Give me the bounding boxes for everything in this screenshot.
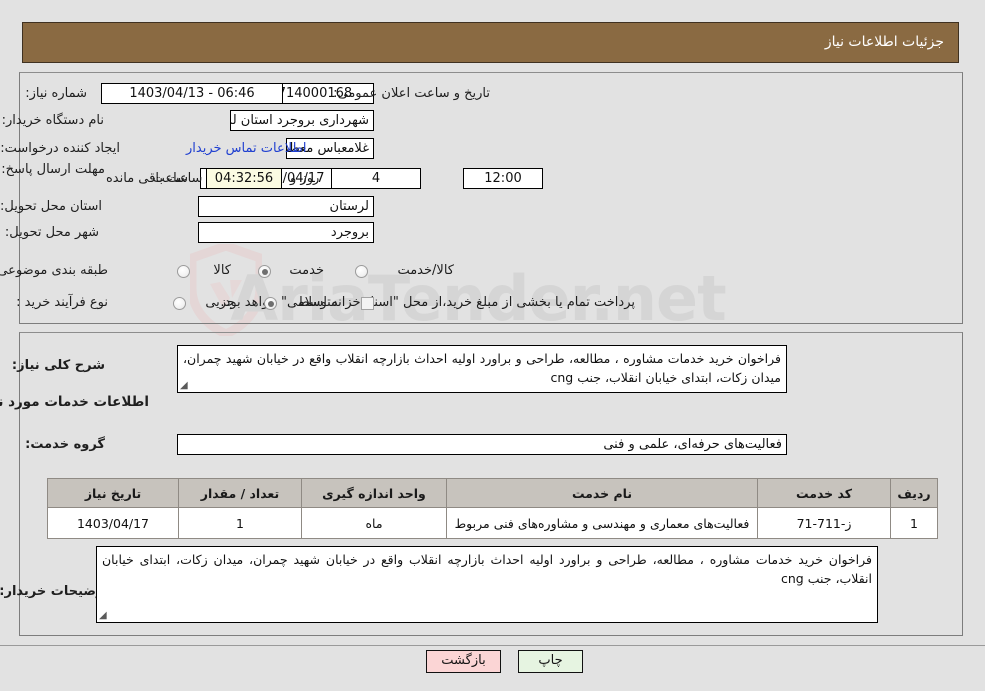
cell-name: فعالیت‌های معماری و مهندسی و مشاوره‌های … <box>446 507 758 539</box>
summary-label: شرح کلی نیاز: <box>11 358 105 373</box>
category-radio-kala[interactable] <box>177 265 190 278</box>
back-button[interactable]: بازگشت <box>426 650 501 673</box>
remaining-label: ساعت باقی مانده <box>106 171 203 186</box>
deadline-time-value: 12:00 <box>463 168 543 189</box>
cell-date: 1403/04/17 <box>47 507 179 539</box>
cell-code: ز-711-71 <box>757 507 891 539</box>
category-option-label-1: خدمت <box>289 263 324 278</box>
page-title-bar: جزئیات اطلاعات نیاز <box>22 22 959 63</box>
buyer-notes-text: فراخوان خرید خدمات مشاوره ، مطالعه، طراح… <box>102 552 872 586</box>
public-announce-value: 1403/04/13 - 06:46 <box>101 83 283 104</box>
resize-grip-icon[interactable]: ◢ <box>180 381 190 391</box>
province-label: استان محل تحویل: <box>0 199 102 214</box>
table-header-qty: تعداد / مقدار <box>178 478 302 508</box>
days-label: روز و <box>290 171 320 186</box>
category-option-label-2: کالا/خدمت <box>397 263 454 278</box>
table-header-row: ردیف کد خدمت نام خدمت واحد اندازه گیری ت… <box>47 478 938 508</box>
public-announce-label: تاریخ و ساعت اعلان عمومی: <box>333 86 490 101</box>
buyer-org-label: نام دستگاه خریدار: <box>1 113 104 128</box>
cell-radif: 1 <box>890 507 938 539</box>
treasury-checkbox[interactable] <box>361 297 374 310</box>
deadline-days-value: 4 <box>331 168 421 189</box>
service-group-label: گروه خدمت: <box>25 437 105 452</box>
footer-divider <box>0 645 985 646</box>
buyer-org-value: شهرداری بروجرد استان لرستان <box>230 110 374 131</box>
services-heading: اطلاعات خدمات مورد نیاز <box>0 394 149 410</box>
need-number-label: شماره نیاز: <box>25 86 87 101</box>
treasury-checkbox-label: پرداخت تمام یا بخشی از مبلغ خرید،از محل … <box>220 295 635 310</box>
page-title: جزئیات اطلاعات نیاز <box>824 34 944 50</box>
category-radio-khedmat[interactable] <box>258 265 271 278</box>
summary-textarea[interactable]: فراخوان خرید خدمات مشاوره ، مطالعه، طراح… <box>177 345 787 393</box>
city-label: شهر محل تحویل: <box>4 225 99 240</box>
deadline-label: مهلت ارسال پاسخ: تا تاریخ: <box>0 161 105 178</box>
city-value: بروجرد <box>198 222 374 243</box>
countdown-value: 04:32:56 <box>206 168 282 189</box>
process-label: نوع فرآیند خرید : <box>16 295 108 310</box>
table-header-date: تاریخ نیاز <box>47 478 179 508</box>
table-row[interactable]: 1 ز-711-71 فعالیت‌های معماری و مهندسی و … <box>47 507 938 539</box>
page-root: AriaTender.net جزئیات اطلاعات نیاز شماره… <box>0 0 985 691</box>
print-button[interactable]: چاپ <box>518 650 583 673</box>
table-header-radif: ردیف <box>890 478 938 508</box>
services-table: ردیف کد خدمت نام خدمت واحد اندازه گیری ت… <box>47 478 938 539</box>
process-radio-motevaset[interactable] <box>264 297 277 310</box>
cell-qty: 1 <box>178 507 302 539</box>
buyer-notes-label: توضیحات خریدار: <box>0 584 109 599</box>
service-group-value: فعالیت‌های حرفه‌ای، علمی و فنی <box>177 434 787 455</box>
need-info-panel <box>19 72 963 324</box>
deadline-label-text: مهلت ارسال پاسخ: تا تاریخ: <box>0 162 105 177</box>
process-radio-jozi[interactable] <box>173 297 186 310</box>
category-radio-kala-khedmat[interactable] <box>355 265 368 278</box>
resize-grip-icon-2[interactable]: ◢ <box>99 611 109 621</box>
table-header-unit: واحد اندازه گیری <box>301 478 447 508</box>
category-option-label-0: کالا <box>213 263 231 278</box>
buyer-contact-link[interactable]: اطلاعات تماس خریدار <box>186 141 306 156</box>
category-label: طبقه بندی موضوعی: <box>0 263 108 278</box>
cell-unit: ماه <box>301 507 447 539</box>
table-header-code: کد خدمت <box>757 478 891 508</box>
buyer-notes-textarea[interactable]: فراخوان خرید خدمات مشاوره ، مطالعه، طراح… <box>96 546 878 623</box>
province-value: لرستان <box>198 196 374 217</box>
table-header-name: نام خدمت <box>446 478 758 508</box>
summary-text: فراخوان خرید خدمات مشاوره ، مطالعه، طراح… <box>183 351 781 385</box>
creator-label: ایجاد کننده درخواست: <box>0 141 120 156</box>
